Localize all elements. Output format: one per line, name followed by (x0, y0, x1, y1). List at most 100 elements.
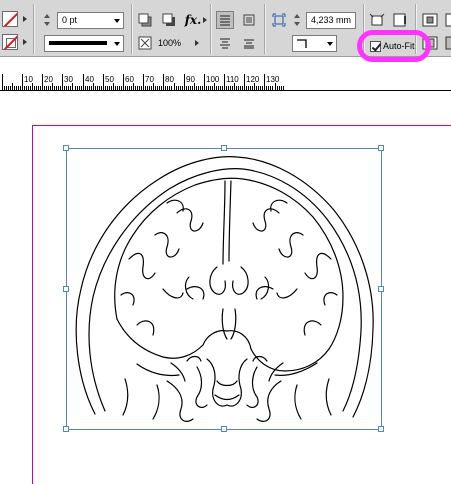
ruler-tick (141, 86, 142, 90)
fill-proportionally-icon (445, 36, 451, 50)
resize-handle-top[interactable] (221, 145, 227, 151)
graphic-frame[interactable] (63, 145, 384, 432)
ruler-tick (169, 86, 170, 90)
ruler-tick (270, 86, 271, 90)
ruler-tick (8, 86, 9, 90)
fill-menu-arrow-icon[interactable] (23, 16, 27, 22)
fit-frame-to-content-button[interactable] (368, 11, 386, 29)
ruler-tick (105, 86, 106, 90)
resize-handle-bottom[interactable] (221, 426, 227, 432)
ruler-tick (266, 86, 267, 90)
resize-handle-top-left[interactable] (63, 145, 69, 151)
fill-swatch-none-icon[interactable] (2, 11, 18, 27)
ruler-tick (28, 86, 29, 90)
ruler-label: 120 (246, 75, 260, 84)
text-frame-columns-button[interactable] (240, 11, 258, 29)
ruler-tick (192, 86, 193, 90)
ruler-tick (32, 83, 33, 90)
autofit-label[interactable]: Auto-Fit (383, 40, 415, 52)
fx-menu-arrow-icon[interactable] (203, 17, 207, 23)
ruler-tick (208, 86, 209, 90)
ruler-tick (30, 86, 31, 90)
ruler-tick (250, 86, 251, 90)
ruler-tick (87, 86, 88, 90)
ruler-tick (258, 86, 259, 90)
center-content-button[interactable] (421, 11, 439, 29)
ruler-tick (220, 86, 221, 90)
ruler-tick (79, 86, 80, 90)
ruler-tick (135, 86, 136, 90)
stroke-weight-spinner[interactable] (43, 13, 52, 28)
drop-shadow-button[interactable] (136, 11, 154, 29)
fit-content-icon (393, 13, 406, 27)
align-bottom-button[interactable] (240, 34, 258, 52)
horizontal-ruler[interactable]: 10 20 30 40 50 60 70 80 90 100 110 120 130 (0, 74, 451, 91)
ruler-tick (121, 86, 122, 90)
ruler-tick (204, 74, 205, 90)
ruler-tick (202, 86, 203, 90)
fx-icon[interactable]: fx. (184, 11, 202, 29)
opacity-button[interactable] (136, 34, 154, 52)
shadow-button[interactable] (160, 11, 178, 29)
ruler-tick (238, 86, 239, 90)
separator (264, 4, 265, 54)
align-lines-icon (220, 15, 230, 26)
ruler-label: 100 (206, 75, 220, 84)
align-center-button[interactable] (216, 34, 234, 52)
ruler-tick (83, 74, 84, 90)
align-left-button[interactable] (216, 11, 234, 29)
ruler-tick (165, 86, 166, 90)
corner-options-dropdown[interactable] (292, 35, 337, 52)
ruler-tick (54, 86, 55, 90)
chevron-down-icon (114, 19, 120, 23)
ruler-tick (159, 86, 160, 90)
ruler-tick (50, 86, 51, 90)
opacity-menu-arrow-icon[interactable] (195, 40, 199, 46)
fill-frame-button[interactable] (441, 11, 451, 29)
stroke-weight-field[interactable]: 0 pt (57, 12, 124, 29)
ruler-tick (198, 86, 199, 90)
drop-shadow-icon (138, 13, 152, 27)
ruler-tick (281, 86, 282, 90)
ruler-tick (6, 86, 7, 90)
stroke-menu-arrow-icon[interactable] (23, 39, 27, 45)
inset-spinner[interactable] (293, 13, 302, 28)
ruler-tick (58, 86, 59, 90)
inset-spacing-button[interactable] (270, 11, 288, 29)
ruler-tick (246, 86, 247, 90)
ruler-tick (275, 83, 276, 90)
ruler-label: 90 (186, 75, 195, 84)
inset-frame-icon (272, 13, 286, 27)
ruler-tick (244, 74, 245, 90)
autofit-highlight: Auto-Fit (357, 30, 431, 62)
ruler-tick (176, 86, 177, 90)
opacity-value[interactable]: 100% (158, 36, 181, 50)
ruler-tick (97, 86, 98, 90)
ruler-tick (103, 74, 104, 90)
fit-content-to-frame-button[interactable] (391, 11, 409, 29)
ruler-label: 20 (44, 75, 53, 84)
ruler-tick (89, 86, 90, 90)
resize-handle-bottom-left[interactable] (63, 426, 69, 432)
ruler-tick (85, 86, 86, 90)
ruler-label: 110 (226, 75, 239, 84)
ruler-tick (188, 86, 189, 90)
stroke-type-dropdown[interactable] (44, 35, 124, 52)
ruler-tick (123, 74, 124, 90)
resize-handle-top-right[interactable] (378, 145, 384, 151)
fill-proportionally-button[interactable] (441, 34, 451, 52)
document-canvas[interactable] (0, 92, 451, 484)
fill-frame-icon (445, 13, 451, 27)
resize-handle-left[interactable] (63, 286, 69, 292)
inset-field[interactable]: 4,233 mm (306, 12, 356, 29)
stroke-swatch-none-icon[interactable] (2, 34, 18, 50)
resize-handle-bottom-right[interactable] (378, 426, 384, 432)
ruler-tick (36, 86, 37, 90)
ruler-tick (184, 74, 185, 90)
ruler-tick (143, 74, 144, 90)
chevron-down-icon (114, 42, 120, 46)
resize-handle-right[interactable] (378, 286, 384, 292)
ruler-tick (190, 86, 191, 90)
autofit-checkbox[interactable] (370, 41, 381, 52)
ruler-tick (236, 86, 237, 90)
